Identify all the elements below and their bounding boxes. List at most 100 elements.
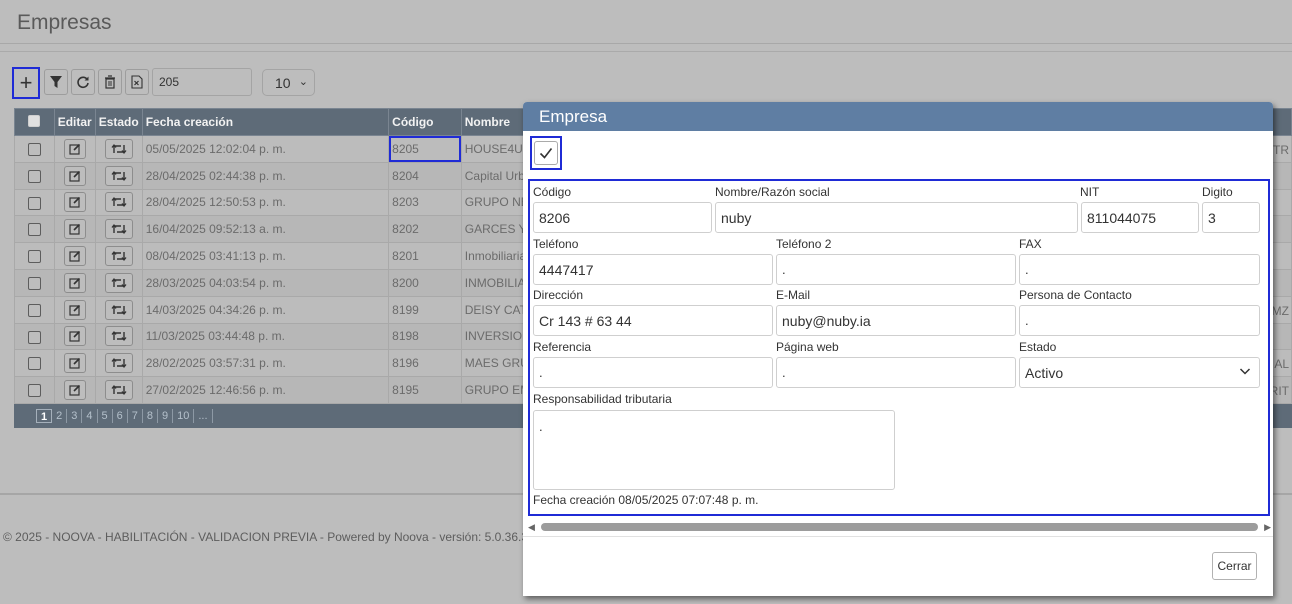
row-checkbox[interactable]: [27, 277, 41, 291]
edit-cell: [53, 295, 96, 324]
edit-icon: [69, 170, 80, 182]
toggle-status-button[interactable]: [104, 192, 133, 213]
search-input[interactable]: 205: [152, 68, 252, 96]
toggle-status-button[interactable]: [104, 138, 133, 159]
fecha-cell: 28/02/2025 03:57:31 p. m.: [141, 349, 390, 378]
row-select-cell[interactable]: [14, 295, 55, 324]
retweet-icon: [111, 143, 127, 154]
delete-button[interactable]: [98, 69, 122, 95]
edit-button[interactable]: [63, 326, 86, 347]
toggle-status-button[interactable]: [104, 353, 133, 374]
row-checkbox[interactable]: [27, 384, 41, 398]
edit-button[interactable]: [63, 138, 86, 159]
page-link[interactable]: 6: [113, 409, 128, 423]
page-link[interactable]: 5: [98, 409, 113, 423]
page-link[interactable]: ...: [194, 409, 213, 423]
direccion-field[interactable]: Cr 143 # 63 44: [533, 305, 773, 336]
toggle-status-button[interactable]: [104, 299, 133, 320]
column-header-fecha[interactable]: Fecha creación: [141, 108, 390, 136]
edit-button[interactable]: [63, 219, 86, 240]
telefono2-field[interactable]: .: [776, 254, 1016, 285]
row-checkbox[interactable]: [27, 330, 41, 344]
estado-select[interactable]: Activo: [1019, 357, 1260, 388]
fax-field[interactable]: .: [1019, 254, 1260, 285]
row-select-cell[interactable]: [14, 242, 55, 270]
nombre-field[interactable]: nuby: [715, 202, 1078, 233]
edit-cell: [53, 376, 96, 404]
toggle-status-button[interactable]: [104, 246, 133, 267]
edit-icon: [69, 277, 80, 289]
row-select-cell[interactable]: [14, 322, 55, 351]
contacto-label: Persona de Contacto: [1019, 288, 1132, 302]
row-checkbox[interactable]: [27, 169, 41, 183]
page-link[interactable]: 10: [173, 409, 195, 423]
export-excel-button[interactable]: [125, 69, 149, 95]
direccion-label: Dirección: [533, 288, 584, 302]
refresh-button[interactable]: [71, 69, 95, 95]
email-field[interactable]: nuby@nuby.ia: [776, 305, 1016, 336]
row-checkbox[interactable]: [27, 143, 41, 157]
filter-button[interactable]: [44, 69, 68, 95]
scrollbar-thumb[interactable]: [541, 523, 1258, 531]
row-select-cell[interactable]: [14, 349, 55, 378]
page-link[interactable]: 4: [82, 409, 98, 423]
page-link[interactable]: 8: [143, 409, 158, 423]
trash-icon: [105, 75, 115, 89]
toggle-status-button[interactable]: [104, 326, 133, 347]
column-header-codigo[interactable]: Código: [388, 108, 462, 136]
row-checkbox[interactable]: [27, 303, 41, 317]
footer-text: © 2025 - NOOVA - HABILITACIÓN - VALIDACI…: [3, 530, 550, 544]
status-cell: [94, 161, 143, 190]
select-all-header[interactable]: [14, 108, 55, 136]
empresa-dialog: Empresa Código Nombre/Razón social NIT D…: [523, 102, 1273, 596]
page-link[interactable]: 1: [36, 409, 53, 423]
empresa-form: Código Nombre/Razón social NIT Digito 82…: [528, 179, 1270, 516]
row-checkbox[interactable]: [27, 223, 41, 237]
edit-button[interactable]: [63, 192, 86, 213]
scroll-right-icon[interactable]: ▶: [1264, 522, 1271, 533]
page-link[interactable]: 9: [158, 409, 174, 423]
close-button[interactable]: Cerrar: [1212, 552, 1257, 580]
add-button[interactable]: +: [12, 67, 40, 99]
nit-label: NIT: [1080, 185, 1100, 199]
toggle-status-button[interactable]: [104, 165, 133, 186]
nit-field[interactable]: 811044075: [1081, 202, 1199, 233]
select-all-checkbox[interactable]: [28, 114, 41, 127]
contacto-field[interactable]: .: [1019, 305, 1260, 336]
row-select-cell[interactable]: [14, 135, 55, 163]
column-header-editar[interactable]: Editar: [53, 108, 96, 136]
toggle-status-button[interactable]: [104, 219, 133, 240]
referencia-field[interactable]: .: [533, 357, 773, 388]
row-select-cell[interactable]: [14, 215, 55, 244]
page-link[interactable]: 7: [128, 409, 143, 423]
scroll-left-icon[interactable]: ◀: [528, 522, 535, 533]
row-checkbox[interactable]: [27, 250, 41, 264]
codigo-field[interactable]: 8206: [533, 202, 712, 233]
row-select-cell[interactable]: [14, 188, 55, 217]
column-header-estado[interactable]: Estado: [94, 108, 143, 136]
page-title: Empresas: [17, 11, 112, 34]
edit-button[interactable]: [63, 165, 86, 186]
page-link[interactable]: 3: [67, 409, 83, 423]
save-button[interactable]: [530, 136, 562, 170]
edit-button[interactable]: [63, 299, 86, 320]
row-checkbox[interactable]: [27, 196, 41, 210]
page-size-select[interactable]: 10 ⌄: [262, 69, 315, 96]
horizontal-scrollbar[interactable]: ◀ ▶: [528, 522, 1271, 532]
toggle-status-button[interactable]: [104, 380, 133, 401]
row-select-cell[interactable]: [14, 268, 55, 297]
fecha-cell: 28/03/2025 04:03:54 p. m.: [141, 268, 390, 297]
edit-button[interactable]: [63, 353, 86, 374]
page-link[interactable]: 2: [52, 409, 68, 423]
row-select-cell[interactable]: [14, 161, 55, 190]
web-field[interactable]: .: [776, 357, 1016, 388]
edit-button[interactable]: [63, 380, 86, 401]
toggle-status-button[interactable]: [104, 272, 133, 293]
digito-field[interactable]: 3: [1202, 202, 1260, 233]
row-checkbox[interactable]: [27, 357, 41, 371]
row-select-cell[interactable]: [14, 376, 55, 404]
edit-button[interactable]: [63, 272, 86, 293]
telefono-field[interactable]: 4447417: [533, 254, 773, 285]
responsabilidad-textarea[interactable]: .: [533, 410, 895, 490]
edit-button[interactable]: [63, 246, 86, 267]
